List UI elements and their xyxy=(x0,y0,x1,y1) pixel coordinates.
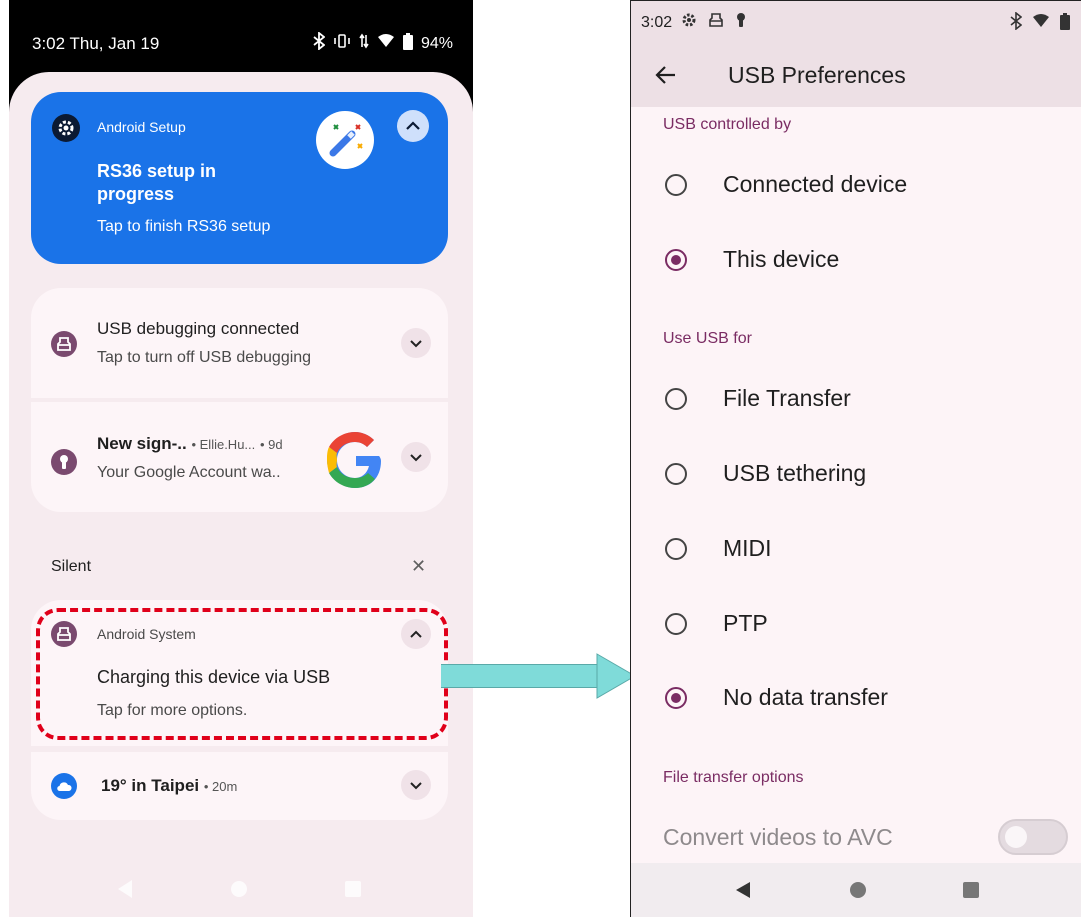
radio-connected-device[interactable]: Connected device xyxy=(631,158,1081,214)
wifi-icon xyxy=(1033,14,1049,27)
radio-ptp[interactable]: PTP xyxy=(631,597,1081,653)
status-time: 3:02 Thu, Jan 19 xyxy=(32,34,160,53)
radio-button[interactable] xyxy=(665,174,687,196)
radio-no-data-transfer[interactable]: No data transfer xyxy=(631,671,1081,727)
nav-recents-icon[interactable] xyxy=(962,881,980,899)
radio-file-transfer[interactable]: File Transfer xyxy=(631,372,1081,428)
setup-wand-icon xyxy=(316,111,374,169)
android-setup-notification[interactable]: Android Setup RS36 setup in progress Tap… xyxy=(31,92,448,264)
nav-recents-icon[interactable] xyxy=(344,880,362,898)
notification-title: New sign-.. • Ellie.Hu... • 9d xyxy=(97,434,283,453)
radio-button[interactable] xyxy=(665,388,687,410)
usb-icon xyxy=(51,331,77,357)
radio-usb-tethering[interactable]: USB tethering xyxy=(631,447,1081,503)
radio-label: This device xyxy=(723,246,840,272)
collapse-button[interactable] xyxy=(397,110,429,142)
notification-subtitle: Tap to finish RS36 setup xyxy=(97,218,271,235)
cloud-icon xyxy=(51,773,77,799)
battery-icon xyxy=(1060,12,1070,30)
radio-label: No data transfer xyxy=(723,684,888,710)
notification-subtitle: Tap to turn off USB debugging xyxy=(97,349,312,366)
radio-label: MIDI xyxy=(723,535,772,561)
section-file-transfer-options: File transfer options xyxy=(663,769,804,786)
silent-section-label: Silent xyxy=(51,558,92,575)
app-bar: USB Preferences xyxy=(631,45,1081,107)
expand-button[interactable] xyxy=(401,770,431,800)
transition-arrow xyxy=(441,664,599,688)
radio-label: PTP xyxy=(723,610,768,636)
nav-home-icon[interactable] xyxy=(230,880,248,898)
navigation-bar xyxy=(631,863,1081,917)
status-time: 3:02 xyxy=(641,14,673,31)
bluetooth-icon xyxy=(313,31,326,55)
convert-videos-toggle[interactable] xyxy=(998,819,1068,855)
back-arrow-icon[interactable] xyxy=(653,62,679,88)
usb-icon xyxy=(709,13,723,27)
radio-midi[interactable]: MIDI xyxy=(631,522,1081,578)
notification-subtitle: Your Google Account wa.. xyxy=(97,464,281,481)
status-bar: 3:02 Thu, Jan 19 94% xyxy=(9,0,473,72)
settings-gear-icon xyxy=(52,114,80,142)
notification-account: • Ellie.Hu... xyxy=(191,437,256,452)
battery-icon xyxy=(402,32,413,55)
radio-label: Connected device xyxy=(723,171,908,197)
convert-videos-label: Convert videos to AVC xyxy=(663,824,893,850)
notification-title: RS36 setup in progress xyxy=(97,161,217,204)
battery-percent: 94% xyxy=(420,34,453,52)
google-logo-icon xyxy=(323,428,387,492)
wifi-icon xyxy=(377,34,395,53)
radio-label: USB tethering xyxy=(723,460,867,486)
expand-button[interactable] xyxy=(401,442,431,472)
expand-button[interactable] xyxy=(401,328,431,358)
radio-button[interactable] xyxy=(665,463,687,485)
clear-silent-icon[interactable]: ✕ xyxy=(411,556,426,577)
notification-title: 19° in Taipei • 20m xyxy=(101,776,238,795)
nav-back-icon[interactable] xyxy=(116,879,134,899)
notification-app-name: Android System xyxy=(97,626,196,642)
key-icon xyxy=(51,449,77,475)
notification-age: • 9d xyxy=(260,437,283,452)
notification-shade-screen: 3:02 Thu, Jan 19 94% Android Setup RS36 … xyxy=(9,0,473,917)
usb-debugging-notification[interactable]: USB debugging connected Tap to turn off … xyxy=(31,288,448,398)
notification-app-name: Android Setup xyxy=(97,119,186,135)
radio-button[interactable] xyxy=(665,538,687,560)
nav-back-icon[interactable] xyxy=(735,881,751,899)
nav-home-icon[interactable] xyxy=(849,881,867,899)
navigation-bar xyxy=(9,862,473,917)
usb-preferences-screen: 3:02 USB Preferences USB controlled by C… xyxy=(630,0,1081,917)
radio-button[interactable] xyxy=(665,613,687,635)
google-signin-notification[interactable]: New sign-.. • Ellie.Hu... • 9d Your Goog… xyxy=(31,402,448,512)
notification-title: Charging this device via USB xyxy=(97,667,331,687)
page-title: USB Preferences xyxy=(728,62,906,88)
vibrate-icon xyxy=(333,33,351,54)
weather-notification[interactable]: 19° in Taipei • 20m xyxy=(31,752,448,820)
android-system-charging-notification[interactable]: Android System Charging this device via … xyxy=(31,600,448,746)
settings-gear-icon xyxy=(682,13,696,27)
section-usb-controlled-by: USB controlled by xyxy=(663,116,792,133)
notification-subtitle: Tap for more options. xyxy=(97,702,248,719)
notification-title: USB debugging connected xyxy=(97,319,300,338)
radio-button-selected[interactable] xyxy=(665,249,687,271)
data-arrows-icon xyxy=(359,33,369,54)
collapse-button[interactable] xyxy=(401,619,431,649)
section-use-usb-for: Use USB for xyxy=(663,330,752,347)
notification-age: • 20m xyxy=(203,779,238,794)
key-icon xyxy=(737,13,745,27)
bluetooth-icon xyxy=(1010,12,1022,30)
radio-button-selected[interactable] xyxy=(665,687,687,709)
radio-label: File Transfer xyxy=(723,385,851,411)
toggle-knob xyxy=(1005,826,1027,848)
usb-icon xyxy=(51,621,77,647)
status-bar: 3:02 xyxy=(631,1,1081,45)
radio-this-device[interactable]: This device xyxy=(631,233,1081,289)
